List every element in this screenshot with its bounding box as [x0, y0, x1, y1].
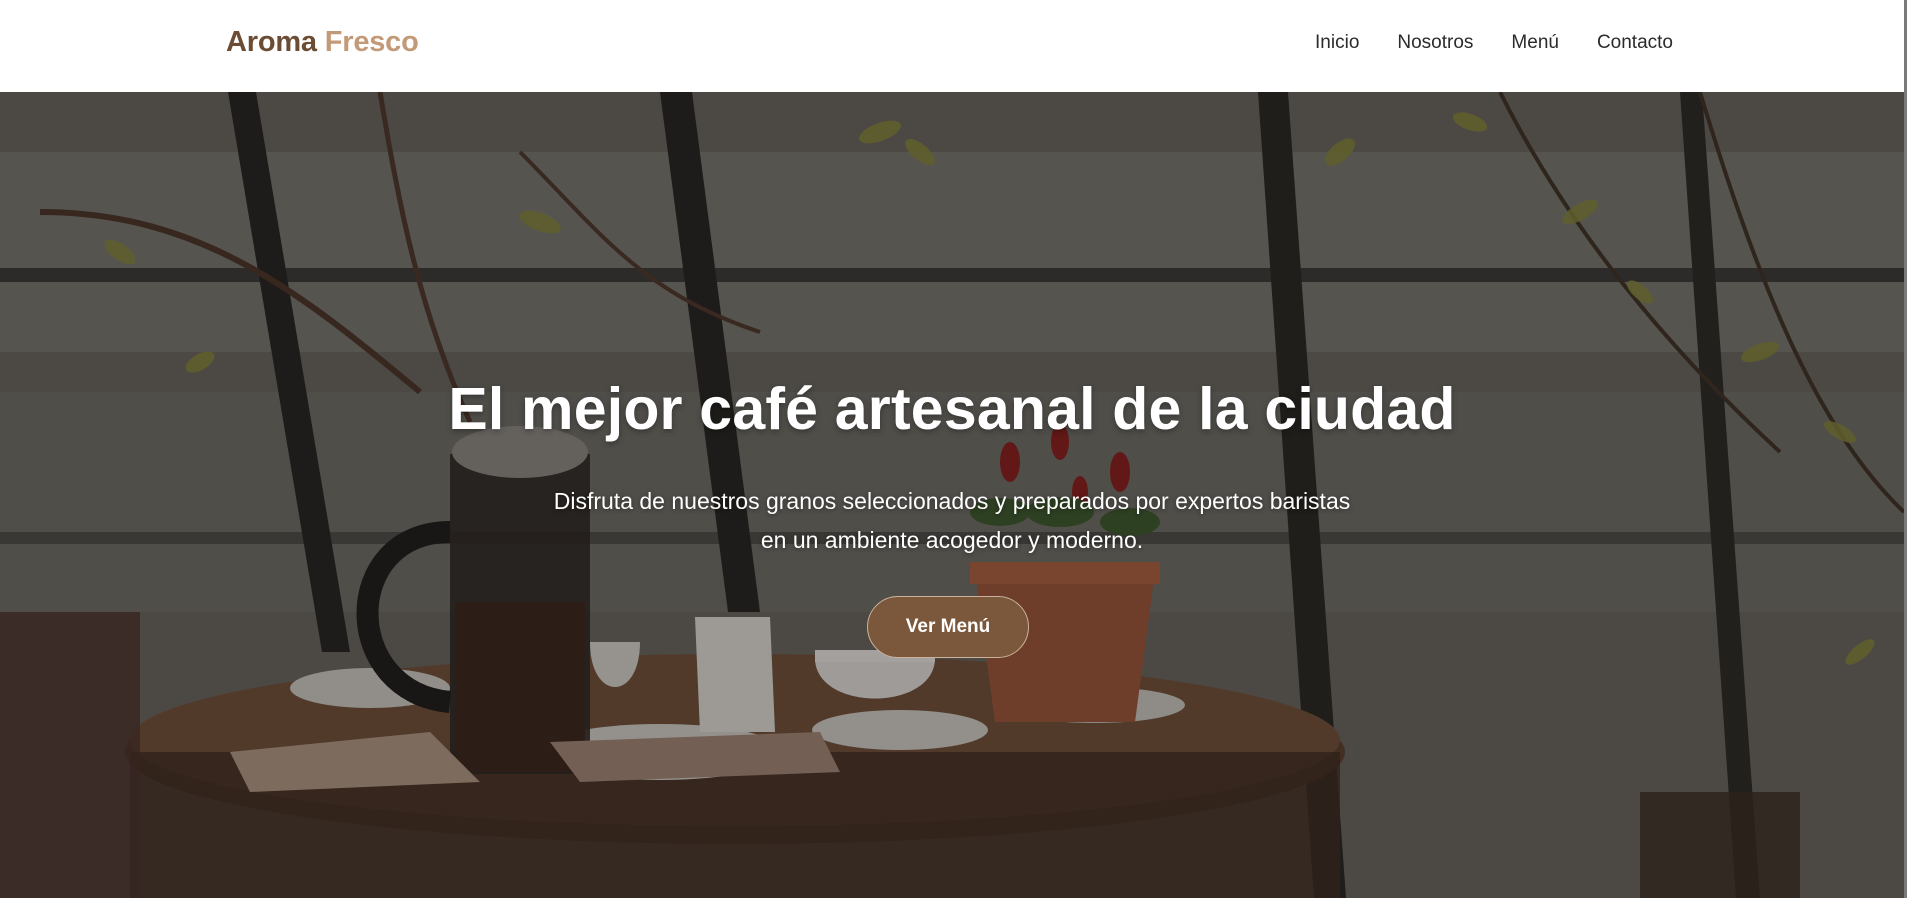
page: Aroma Fresco Inicio Nosotros Menú Contac…: [0, 0, 1907, 898]
site-header: Aroma Fresco Inicio Nosotros Menú Contac…: [0, 0, 1904, 92]
hero-subtitle: Disfruta de nuestros granos seleccionado…: [553, 488, 1351, 553]
logo[interactable]: Aroma Fresco: [226, 26, 419, 59]
hero-title: El mejor café artesanal de la ciudad: [448, 376, 1456, 442]
view-menu-button[interactable]: Ver Menú: [867, 596, 1029, 658]
logo-part-1: Aroma: [226, 26, 317, 58]
main-nav: Inicio Nosotros Menú Contacto: [1315, 32, 1673, 54]
logo-part-2: Fresco: [324, 26, 419, 58]
nav-link-nosotros[interactable]: Nosotros: [1397, 32, 1473, 54]
nav-link-menu[interactable]: Menú: [1511, 32, 1559, 54]
nav-link-contacto[interactable]: Contacto: [1597, 32, 1673, 54]
nav-link-inicio[interactable]: Inicio: [1315, 32, 1359, 54]
hero-section: El mejor café artesanal de la ciudad Dis…: [0, 92, 1904, 898]
